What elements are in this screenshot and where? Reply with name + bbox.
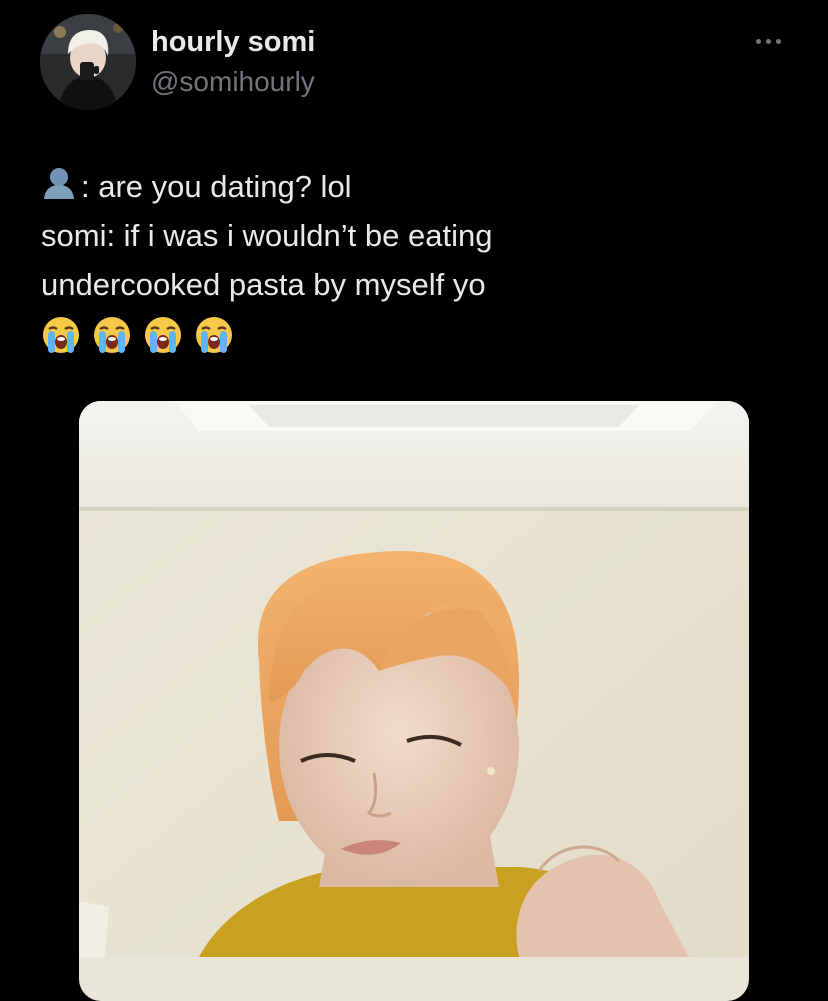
display-name[interactable]: hourly somi [151,24,315,60]
tweet-line-1: : are you dating? lol [41,162,801,211]
avatar-image [40,14,136,110]
more-dots-icon [755,38,761,44]
profile-avatar[interactable] [40,14,136,110]
loudly-crying-face-icon [196,317,232,353]
bust-in-silhouette-icon [44,168,74,199]
tweet-line-3: undercooked pasta by myself yo [41,267,486,302]
photo-image [79,401,749,957]
tweet-photo[interactable] [79,401,749,1001]
loudly-crying-face-icon [94,317,130,353]
loudly-crying-face-icon [43,317,79,353]
tweet-line-1-text: : are you dating? lol [81,169,352,204]
tweet-line-2: somi: if i was i wouldn’t be eating [41,218,493,253]
tweet-text: : are you dating? lol somi: if i was i w… [41,162,801,355]
more-dots-icon [775,38,781,44]
more-options-button[interactable] [746,28,790,54]
tweet[interactable]: hourly somi @somihourly : are you dating… [0,0,828,1001]
loudly-crying-face-icon [145,317,181,353]
emoji-row [41,315,801,355]
more-dots-icon [765,38,771,44]
user-handle[interactable]: @somihourly [151,64,315,100]
